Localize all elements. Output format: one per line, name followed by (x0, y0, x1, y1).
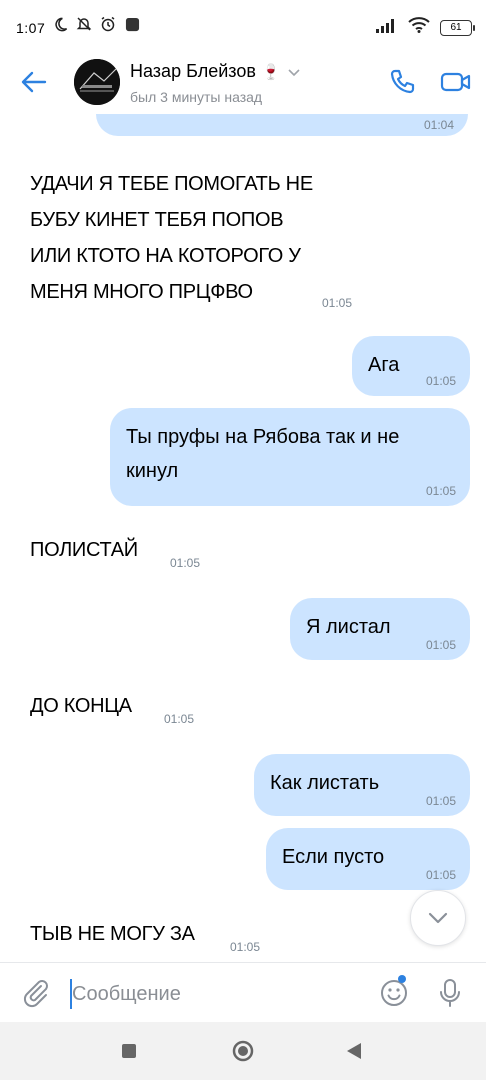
outgoing-message[interactable]: Если пусто 01:05 (266, 828, 470, 890)
paperclip-icon (23, 980, 48, 1008)
message-text: ДО КОНЦА (30, 695, 132, 717)
message-line: Ты пруфы на Рябова так и не (126, 426, 400, 448)
call-button[interactable] (384, 64, 420, 100)
message-time: 01:05 (322, 296, 353, 310)
alarm-icon (100, 16, 116, 32)
message-time: 01:05 (170, 556, 201, 570)
status-bar: 1:07 61 (0, 0, 486, 52)
message-time: 01:05 (425, 794, 456, 808)
chevron-down-icon (288, 68, 300, 76)
nav-back-button[interactable] (344, 1040, 364, 1062)
message-line: ИЛИ КТОТО НА КОТОРОГО У (30, 245, 301, 267)
wifi-icon (408, 17, 430, 38)
chevron-down-icon (428, 912, 448, 924)
message-time: 01:05 (425, 868, 456, 882)
message-time: 01:04 (423, 118, 454, 132)
emoji-notification-dot (398, 975, 406, 983)
back-arrow-icon (21, 71, 47, 93)
message-time: 01:05 (425, 484, 456, 498)
voice-message-button[interactable] (432, 975, 468, 1011)
microphone-icon (440, 979, 460, 1007)
status-left-icons (52, 16, 140, 32)
message-line: МЕНЯ МНОГО ПРЦФВО (30, 281, 253, 303)
avatar[interactable] (74, 59, 120, 105)
app-icon (124, 16, 140, 32)
battery-level: 61 (450, 22, 462, 33)
video-call-button[interactable] (438, 64, 474, 100)
message-time: 01:05 (230, 940, 261, 954)
wine-emoji: 🍷 (261, 63, 281, 81)
message-text: Если пусто (282, 846, 385, 868)
outgoing-message[interactable]: Как листать 01:05 (254, 754, 470, 816)
message-time: 01:05 (425, 374, 456, 388)
video-camera-icon (440, 72, 471, 92)
battery-icon: 61 (440, 19, 475, 36)
home-button[interactable] (232, 1040, 254, 1062)
message-line: БУБУ КИНЕТ ТЕБЯ ПОПОВ (30, 209, 284, 231)
message-list[interactable]: 01:04 УДАЧИ Я ТЕБЕ ПОМОГАТЬ НЕ БУБУ КИНЕ… (0, 114, 486, 960)
message-text: Как листать (270, 772, 380, 794)
message-composer (0, 962, 486, 1022)
chat-header: Назар Блейзов 🍷 был 3 минуты назад (0, 52, 486, 114)
moon-icon (52, 16, 68, 32)
message-text: Я листал (306, 616, 391, 638)
outgoing-message[interactable]: Я листал 01:05 (290, 598, 470, 660)
outgoing-message[interactable]: Ага 01:05 (352, 336, 470, 396)
scroll-down-button[interactable] (410, 890, 466, 946)
outgoing-message[interactable]: Ты пруфы на Рябова так и не кинул 01:05 (110, 408, 470, 506)
incoming-message[interactable]: ПОЛИСТАЙ 01:05 (30, 532, 230, 576)
back-button[interactable] (16, 66, 52, 98)
message-text: ПОЛИСТАЙ (30, 539, 138, 561)
message-input[interactable] (72, 977, 362, 1011)
system-nav-bar (0, 1022, 486, 1080)
emoji-icon (381, 980, 407, 1006)
message-line: УДАЧИ Я ТЕБЕ ПОМОГАТЬ НЕ (30, 173, 313, 195)
message-text: Ага (368, 354, 400, 376)
recent-apps-button[interactable] (120, 1042, 138, 1060)
status-right-icons: 61 (376, 17, 475, 38)
message-time: 01:05 (164, 712, 195, 726)
signal-icon (376, 17, 398, 38)
status-time: 1:07 (16, 20, 46, 36)
incoming-message[interactable]: ДО КОНЦА 01:05 (30, 688, 230, 732)
contact-name-row[interactable]: Назар Блейзов 🍷 (130, 61, 301, 82)
phone-icon (390, 69, 415, 94)
outgoing-message[interactable]: 01:04 (96, 114, 468, 136)
triangle-back-icon (347, 1043, 361, 1059)
circle-icon (232, 1040, 254, 1062)
emoji-button[interactable] (376, 975, 412, 1011)
message-line: кинул (126, 460, 179, 482)
incoming-message[interactable]: УДАЧИ Я ТЕБЕ ПОМОГАТЬ НЕ БУБУ КИНЕТ ТЕБЯ… (30, 166, 450, 316)
attach-button[interactable] (18, 975, 54, 1011)
message-time: 01:05 (425, 638, 456, 652)
incoming-message[interactable]: ТЫВ НЕ МОГУ ЗА 01:05 (30, 916, 290, 960)
square-icon (122, 1044, 136, 1058)
contact-status: был 3 минуты назад (130, 89, 263, 105)
contact-name: Назар Блейзов (130, 61, 256, 81)
message-text: ТЫВ НЕ МОГУ ЗА (30, 923, 195, 945)
notifications-off-icon (76, 16, 92, 32)
